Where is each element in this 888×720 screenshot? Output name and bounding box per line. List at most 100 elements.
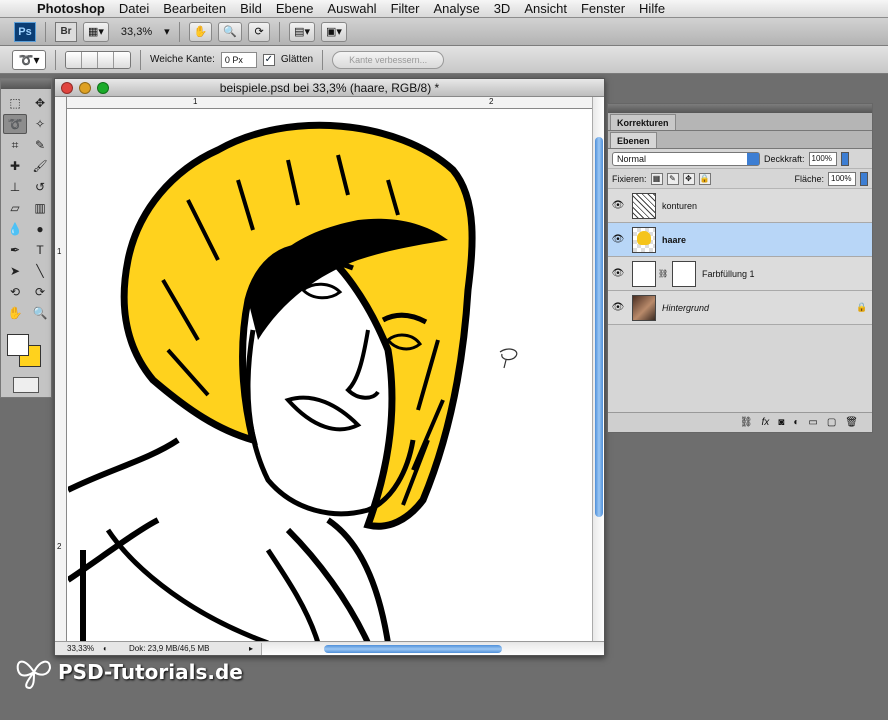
divider <box>322 49 324 70</box>
rotate-view-button[interactable]: ⟳ <box>248 21 271 42</box>
blur-tool[interactable]: 💧 <box>3 219 27 239</box>
lock-pixels-button[interactable]: ✎ <box>666 172 679 185</box>
add-selection-button[interactable] <box>82 51 98 68</box>
type-tool[interactable]: T <box>28 240 52 260</box>
path-selection-tool[interactable]: ➤ <box>3 261 27 281</box>
menu-bild[interactable]: Bild <box>233 0 269 18</box>
3d-rotate-tool[interactable]: ⟲ <box>3 282 27 302</box>
screen-mode-button[interactable]: ▣▾ <box>320 21 347 42</box>
tab-ebenen[interactable]: Ebenen <box>610 132 657 148</box>
fill-dropdown[interactable] <box>860 171 868 186</box>
menu-filter[interactable]: Filter <box>384 0 427 18</box>
new-group-icon[interactable]: ▭ <box>808 417 817 428</box>
lock-position-button[interactable]: ✥ <box>682 172 695 185</box>
eye-icon[interactable]: 👁 <box>608 234 628 245</box>
quick-mask-button[interactable] <box>13 377 39 393</box>
layer-row-konturen[interactable]: 👁 konturen <box>608 189 872 223</box>
menu-analyse[interactable]: Analyse <box>426 0 486 18</box>
horizontal-scrollbar[interactable] <box>261 642 604 655</box>
menu-3d[interactable]: 3D <box>487 0 518 18</box>
eyedropper-tool[interactable]: ✎ <box>28 135 52 155</box>
menu-hilfe[interactable]: Hilfe <box>632 0 672 18</box>
pen-tool[interactable]: ✒ <box>3 240 27 260</box>
menu-fenster[interactable]: Fenster <box>574 0 632 18</box>
blend-row: Normal Deckkraft: 100% <box>608 149 872 169</box>
adjustment-layer-icon[interactable]: ◐ <box>793 417 799 428</box>
add-mask-icon[interactable]: ◙ <box>778 417 784 428</box>
link-layers-icon[interactable]: ⛓ <box>740 417 753 428</box>
antialias-checkbox[interactable]: ✓ <box>262 53 275 66</box>
hand-tool[interactable]: ✋ <box>3 303 27 323</box>
vertical-scroll-thumb[interactable] <box>595 137 603 517</box>
zoom-tool[interactable]: 🔍 <box>28 303 52 323</box>
3d-orbit-tool[interactable]: ⟳ <box>28 282 52 302</box>
menu-ansicht[interactable]: Ansicht <box>517 0 574 18</box>
document-titlebar[interactable]: beispiele.psd bei 33,3% (haare, RGB/8) * <box>55 79 604 97</box>
lasso-tool[interactable]: ➰ <box>3 114 27 134</box>
eye-icon[interactable]: 👁 <box>608 302 628 313</box>
tool-preset-picker[interactable]: ➰▾ <box>12 49 46 70</box>
layer-row-haare[interactable]: 👁 haare <box>608 223 872 257</box>
fill-label: Fläche: <box>794 173 824 184</box>
horizontal-ruler[interactable]: 1 2 <box>67 97 593 109</box>
fill-input[interactable]: 100% <box>828 171 856 186</box>
subtract-selection-button[interactable] <box>98 51 114 68</box>
menu-ebene[interactable]: Ebene <box>269 0 321 18</box>
zoom-tool-button[interactable]: 🔍 <box>218 21 243 42</box>
panel-grip[interactable] <box>608 104 872 113</box>
bridge-button[interactable]: Br <box>55 21 77 42</box>
history-brush-tool[interactable]: ↺ <box>28 177 52 197</box>
intersect-selection-button[interactable] <box>114 51 130 68</box>
layer-row-farbfuellung[interactable]: 👁 ⛓ Farbfüllung 1 <box>608 257 872 291</box>
arrange-documents-button[interactable]: ▤▾ <box>289 21 315 42</box>
layer-row-hintergrund[interactable]: 👁 Hintergrund 🔒 <box>608 291 872 325</box>
eye-icon[interactable]: 👁 <box>608 200 628 211</box>
vertical-ruler[interactable]: 1 2 <box>55 97 67 643</box>
dodge-tool[interactable]: ● <box>28 219 52 239</box>
layer-mask-thumbnail[interactable] <box>672 260 696 287</box>
image-canvas[interactable] <box>68 110 594 643</box>
opacity-input[interactable]: 100% <box>808 151 837 166</box>
trash-icon[interactable]: 🗑 <box>845 417 858 428</box>
new-selection-button[interactable] <box>66 51 82 68</box>
foreground-color-swatch[interactable] <box>7 334 29 356</box>
options-bar: ➰▾ Weiche Kante: 0 Px ✓ Glätten Kante ve… <box>0 46 888 74</box>
lock-all-button[interactable]: 🔒 <box>698 172 711 185</box>
eraser-tool[interactable]: ▱ <box>3 198 27 218</box>
lasso-icon: ➰ <box>7 117 23 131</box>
healing-tool[interactable]: ✚ <box>3 156 27 176</box>
line-tool[interactable]: ╲ <box>28 261 52 281</box>
magic-wand-tool[interactable]: ✧ <box>28 114 52 134</box>
menu-datei[interactable]: Datei <box>112 0 156 18</box>
menu-bearbeiten[interactable]: Bearbeiten <box>156 0 233 18</box>
brush-tool[interactable]: 🖌 <box>28 156 52 176</box>
new-layer-icon[interactable]: ▢ <box>827 417 836 428</box>
move-tool[interactable]: ✥ <box>28 93 52 113</box>
marquee-tool[interactable]: ⬚ <box>3 93 27 113</box>
lock-transparency-button[interactable]: ▦ <box>650 172 663 185</box>
crop-tool[interactable]: ⌗ <box>3 135 27 155</box>
layer-style-icon[interactable]: fx <box>762 417 770 428</box>
tab-korrekturen[interactable]: Korrekturen <box>610 114 676 130</box>
menu-auswahl[interactable]: Auswahl <box>320 0 383 18</box>
vertical-scrollbar[interactable] <box>592 97 604 643</box>
view-extras-button[interactable]: ▦▾ <box>83 21 109 42</box>
butterfly-icon <box>16 660 52 690</box>
tools-panel-grip[interactable] <box>1 79 51 89</box>
menu-photoshop[interactable]: Photoshop <box>30 0 112 18</box>
clone-stamp-tool[interactable]: ⊥ <box>3 177 27 197</box>
horizontal-scroll-thumb[interactable] <box>324 644 502 653</box>
gradient-tool[interactable]: ▥ <box>28 198 52 218</box>
feather-input[interactable]: 0 Px <box>220 51 257 68</box>
blend-mode-select[interactable]: Normal <box>612 151 760 166</box>
eye-icon[interactable]: 👁 <box>608 268 628 279</box>
hand-tool-button[interactable]: ✋ <box>188 21 213 42</box>
refine-edge-button[interactable]: Kante verbessern... <box>332 50 445 69</box>
line-art-portrait <box>68 121 518 643</box>
opacity-dropdown[interactable] <box>840 151 849 166</box>
zoom-dropdown-icon[interactable]: ▾ <box>164 25 170 38</box>
zoom-level[interactable]: 33,3% <box>115 26 158 38</box>
antialias-label: Glätten <box>280 54 314 65</box>
status-arrow-icon[interactable]: ▸ <box>249 644 261 653</box>
type-icon: T <box>36 243 44 257</box>
